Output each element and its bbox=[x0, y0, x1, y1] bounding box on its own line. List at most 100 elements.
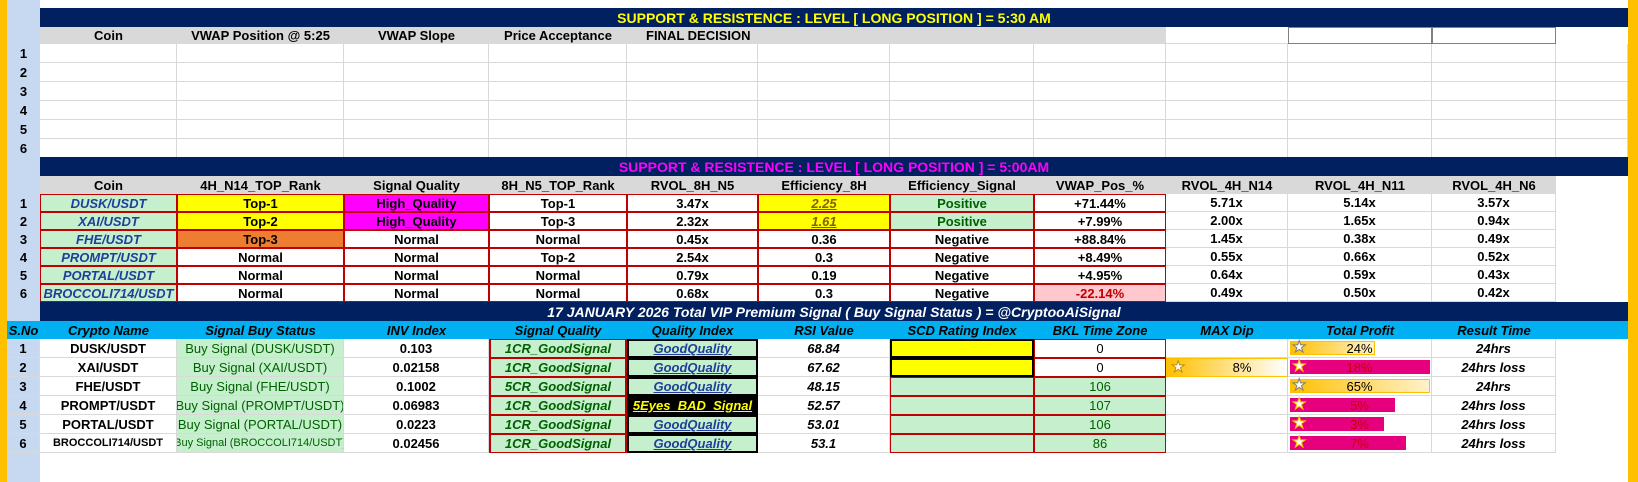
bottom-banner[interactable]: 17 JANUARY 2026 Total VIP Premium Signal… bbox=[40, 302, 1628, 321]
bot-inv-cell[interactable]: 0.0223 bbox=[344, 415, 489, 434]
top-empty-cell[interactable] bbox=[758, 120, 890, 139]
bot-bkl-cell[interactable]: 107 bbox=[1034, 396, 1166, 415]
bot-profit-cell[interactable]: ★ 3% bbox=[1288, 415, 1432, 434]
bot-scd-cell[interactable] bbox=[890, 434, 1034, 453]
bot-bkl-cell[interactable]: 0 bbox=[1034, 358, 1166, 377]
top-empty-cell[interactable] bbox=[177, 101, 344, 120]
top-empty-cell[interactable] bbox=[1432, 101, 1556, 120]
top-empty-cell[interactable] bbox=[177, 82, 344, 101]
mid-vwap-cell[interactable]: +7.99% bbox=[1034, 212, 1166, 230]
top-empty-cell[interactable] bbox=[1034, 44, 1166, 63]
bot-col-quality-index[interactable]: Quality Index bbox=[627, 321, 758, 339]
mid-efficiency-cell[interactable]: 0.3 bbox=[758, 248, 890, 266]
bot-result-cell[interactable]: 24hrs loss bbox=[1432, 415, 1556, 434]
top-empty-cell[interactable] bbox=[1034, 120, 1166, 139]
bot-inv-cell[interactable]: 0.02456 bbox=[344, 434, 489, 453]
bot-rsi-cell[interactable]: 48.15 bbox=[758, 377, 890, 396]
top-empty-cell[interactable] bbox=[890, 44, 1034, 63]
mid-rvol11-cell[interactable]: 0.50x bbox=[1288, 284, 1432, 302]
top-empty-cell[interactable] bbox=[758, 139, 890, 158]
mid-efficiency-cell[interactable]: 0.19 bbox=[758, 266, 890, 284]
bot-col-signal-status[interactable]: Signal Buy Status bbox=[177, 321, 344, 339]
mid-col-coin[interactable]: Coin bbox=[40, 176, 177, 194]
mid-rvol8h-cell[interactable]: 0.45x bbox=[627, 230, 758, 248]
top-empty-cell[interactable] bbox=[177, 120, 344, 139]
mid-rank4h-cell[interactable]: Normal bbox=[177, 284, 344, 302]
mid-efficiency-cell[interactable]: 2.25 bbox=[758, 194, 890, 212]
bot-scd-cell[interactable] bbox=[890, 339, 1034, 358]
bot-status-cell[interactable]: Buy Signal (PROMPT/USDT) bbox=[177, 396, 344, 415]
bot-sno-cell[interactable]: 6 bbox=[7, 434, 40, 453]
mid-coin-cell[interactable]: DUSK/USDT bbox=[40, 194, 177, 212]
bot-dip-cell[interactable] bbox=[1166, 434, 1288, 453]
mid-rank4h-cell[interactable]: Top-2 bbox=[177, 212, 344, 230]
middle-banner[interactable]: SUPPORT & RESISTENCE : LEVEL [ LONG POSI… bbox=[40, 157, 1628, 176]
top-empty-cell[interactable] bbox=[1288, 63, 1432, 82]
mid-rvol8h-cell[interactable]: 2.54x bbox=[627, 248, 758, 266]
top-empty-cell[interactable] bbox=[1556, 44, 1628, 63]
bot-sno-cell[interactable]: 2 bbox=[7, 358, 40, 377]
top-empty-cell[interactable] bbox=[1432, 139, 1556, 158]
bot-name-cell[interactable]: FHE/USDT bbox=[40, 377, 177, 396]
bot-status-cell[interactable]: Buy Signal (PORTAL/USDT) bbox=[177, 415, 344, 434]
mid-coin-cell[interactable]: PROMPT/USDT bbox=[40, 248, 177, 266]
bot-sq-cell[interactable]: 1CR_GoodSignal bbox=[489, 339, 627, 358]
bot-result-cell[interactable]: 24hrs loss bbox=[1432, 434, 1556, 453]
bot-result-cell[interactable]: 24hrs loss bbox=[1432, 358, 1556, 377]
bot-scd-cell[interactable] bbox=[890, 358, 1034, 377]
mid-quality-cell[interactable]: Normal bbox=[344, 284, 489, 302]
bot-qi-cell[interactable]: GoodQuality bbox=[627, 358, 758, 377]
mid-quality-cell[interactable]: Normal bbox=[344, 248, 489, 266]
bot-result-cell[interactable]: 24hrs loss bbox=[1432, 396, 1556, 415]
bot-sno-cell[interactable]: 4 bbox=[7, 396, 40, 415]
mid-rank8h-cell[interactable]: Top-1 bbox=[489, 194, 627, 212]
bot-scd-cell[interactable] bbox=[890, 396, 1034, 415]
top-empty-cell[interactable] bbox=[344, 82, 489, 101]
bot-inv-cell[interactable]: 0.06983 bbox=[344, 396, 489, 415]
top-empty-cell[interactable] bbox=[489, 82, 627, 101]
top-banner[interactable]: SUPPORT & RESISTENCE : LEVEL [ LONG POSI… bbox=[40, 8, 1628, 27]
mid-vwap-cell[interactable]: +88.84% bbox=[1034, 230, 1166, 248]
top-empty-cell[interactable] bbox=[1288, 120, 1432, 139]
top-col-vwap-slope[interactable]: VWAP Slope bbox=[344, 27, 489, 44]
mid-coin-cell[interactable]: PORTAL/USDT bbox=[40, 266, 177, 284]
mid-rank4h-cell[interactable]: Normal bbox=[177, 266, 344, 284]
mid-quality-cell[interactable]: High_Quality bbox=[344, 212, 489, 230]
mid-efficiency-cell[interactable]: 1.61 bbox=[758, 212, 890, 230]
mid-vwap-cell[interactable]: +71.44% bbox=[1034, 194, 1166, 212]
mid-col-rvol-4h-n14[interactable]: RVOL_4H_N14 bbox=[1166, 176, 1288, 194]
bot-profit-cell[interactable]: ★ 24% bbox=[1288, 339, 1432, 358]
top-empty-cell[interactable] bbox=[890, 63, 1034, 82]
mid-rank4h-cell[interactable]: Normal bbox=[177, 248, 344, 266]
mid-rvol6-cell[interactable]: 0.42x bbox=[1432, 284, 1556, 302]
mid-rvol11-cell[interactable]: 0.59x bbox=[1288, 266, 1432, 284]
bot-col-sno[interactable]: S.No bbox=[7, 321, 40, 339]
bot-rsi-cell[interactable]: 53.1 bbox=[758, 434, 890, 453]
mid-rvol14-cell[interactable]: 0.64x bbox=[1166, 266, 1288, 284]
top-empty-cell[interactable] bbox=[1166, 82, 1288, 101]
mid-col-efficiency[interactable]: Efficiency_8H bbox=[758, 176, 890, 194]
bot-sq-cell[interactable]: 1CR_GoodSignal bbox=[489, 415, 627, 434]
bot-name-cell[interactable]: PROMPT/USDT bbox=[40, 396, 177, 415]
mid-rvol11-cell[interactable]: 0.66x bbox=[1288, 248, 1432, 266]
mid-rvol14-cell[interactable]: 5.71x bbox=[1166, 194, 1288, 212]
mid-rvol6-cell[interactable]: 0.49x bbox=[1432, 230, 1556, 248]
top-empty-cell[interactable] bbox=[177, 44, 344, 63]
bot-bkl-cell[interactable]: 86 bbox=[1034, 434, 1166, 453]
mid-rank8h-cell[interactable]: Normal bbox=[489, 266, 627, 284]
mid-rank8h-cell[interactable]: Top-2 bbox=[489, 248, 627, 266]
bot-col-result-time[interactable]: Result Time bbox=[1432, 321, 1556, 339]
top-empty-cell[interactable] bbox=[344, 101, 489, 120]
bot-status-cell[interactable]: Buy Signal (FHE/USDT) bbox=[177, 377, 344, 396]
bot-rsi-cell[interactable]: 68.84 bbox=[758, 339, 890, 358]
top-empty-cell[interactable] bbox=[1166, 63, 1288, 82]
top-empty-cell[interactable] bbox=[40, 44, 177, 63]
bot-result-cell[interactable]: 24hrs bbox=[1432, 377, 1556, 396]
top-empty-cell[interactable] bbox=[890, 139, 1034, 158]
bot-qi-cell[interactable]: GoodQuality bbox=[627, 339, 758, 358]
top-empty-cell[interactable] bbox=[627, 139, 758, 158]
top-empty-cell[interactable] bbox=[758, 63, 890, 82]
mid-rvol8h-cell[interactable]: 0.68x bbox=[627, 284, 758, 302]
mid-rvol6-cell[interactable]: 0.43x bbox=[1432, 266, 1556, 284]
bot-status-cell[interactable]: Buy Signal (XAI/USDT) bbox=[177, 358, 344, 377]
